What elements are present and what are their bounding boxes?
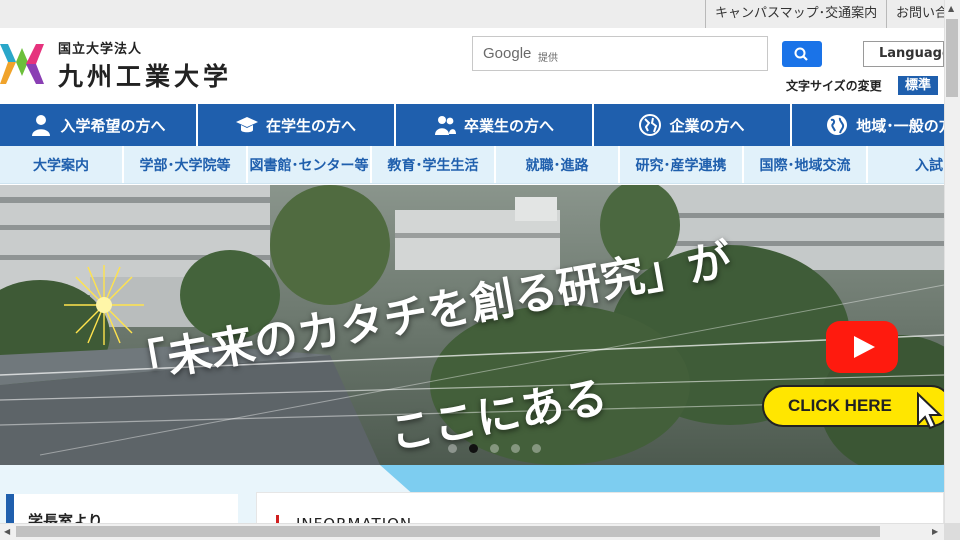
org-subtitle: 国立大学法人 (58, 42, 143, 57)
nav-current-students[interactable]: 在学生の方へ (198, 104, 396, 146)
cursor-icon (917, 391, 943, 430)
search-provider-label: 提供 (538, 53, 558, 64)
graduation-cap-icon (235, 117, 258, 133)
nav-alumni[interactable]: 卒業生の方へ (396, 104, 594, 146)
vertical-scroll-thumb[interactable] (946, 19, 958, 97)
google-logo: Google (483, 45, 532, 62)
scroll-right-arrow-icon[interactable]: ▶ (932, 527, 938, 536)
nav-research[interactable]: 研究･産学連携 (620, 146, 744, 183)
secondary-nav: 大学案内 学部･大学院等 図書館･センター等 教育･学生生活 就職･進路 研究･… (0, 146, 944, 184)
nav-education-student-life[interactable]: 教育･学生生活 (372, 146, 496, 183)
primary-nav: 入学希望の方へ 在学生の方へ 卒業生の方へ 企業の方へ 地域･一般の方 (0, 104, 944, 146)
scrollbar-corner (944, 523, 960, 540)
scroll-left-arrow-icon[interactable]: ◀ (4, 527, 10, 536)
nav-companies[interactable]: 企業の方へ (594, 104, 792, 146)
nav-community[interactable]: 地域･一般の方 (792, 104, 944, 146)
nav-faculties[interactable]: 学部･大学院等 (124, 146, 248, 183)
carousel-dot[interactable] (490, 444, 499, 453)
search-icon (794, 47, 808, 61)
nav-careers[interactable]: 就職･進路 (496, 146, 620, 183)
nav-label: 地域･一般の方 (856, 116, 944, 135)
language-button[interactable]: Language (863, 41, 944, 67)
font-size-standard-button[interactable]: 標準 (898, 76, 938, 95)
search-button[interactable] (782, 41, 822, 67)
nav-label: 卒業生の方へ (463, 116, 554, 135)
nav-about[interactable]: 大学案内 (0, 146, 124, 183)
nav-international[interactable]: 国際･地域交流 (744, 146, 868, 183)
nav-label: 在学生の方へ (265, 116, 356, 135)
nav-prospective-students[interactable]: 入学希望の方へ (0, 104, 198, 146)
contact-link[interactable]: お問い合 (886, 0, 944, 28)
scroll-up-arrow-icon[interactable]: ▲ (948, 4, 954, 13)
carousel-dots (448, 444, 541, 453)
nav-library-centers[interactable]: 図書館･センター等 (248, 146, 372, 183)
people-icon (434, 116, 456, 135)
carousel-dot[interactable] (469, 444, 478, 453)
earth-icon (827, 115, 848, 135)
nav-label: 入学希望の方へ (60, 116, 166, 135)
person-icon (32, 115, 51, 136)
nav-admissions[interactable]: 入試 (868, 146, 944, 183)
hero-carousel[interactable]: 「未来のカタチを創る研究」が ここにある CLICK HERE (0, 185, 944, 465)
horizontal-scroll-thumb[interactable] (16, 526, 880, 537)
university-logo[interactable] (0, 38, 44, 90)
carousel-dot[interactable] (511, 444, 520, 453)
org-name[interactable]: 九州工業大学 (58, 57, 232, 93)
search-input[interactable]: Google 提供 (472, 36, 768, 71)
carousel-dot[interactable] (532, 444, 541, 453)
globe-icon (639, 114, 662, 136)
carousel-dot[interactable] (448, 444, 457, 453)
campus-map-link[interactable]: キャンパスマップ･交通案内 (705, 0, 887, 28)
youtube-play-button[interactable] (826, 321, 898, 373)
play-icon (854, 336, 875, 358)
font-size-label: 文字サイズの変更 (786, 79, 882, 93)
decorative-band (380, 465, 944, 495)
nav-label: 企業の方へ (669, 116, 745, 135)
